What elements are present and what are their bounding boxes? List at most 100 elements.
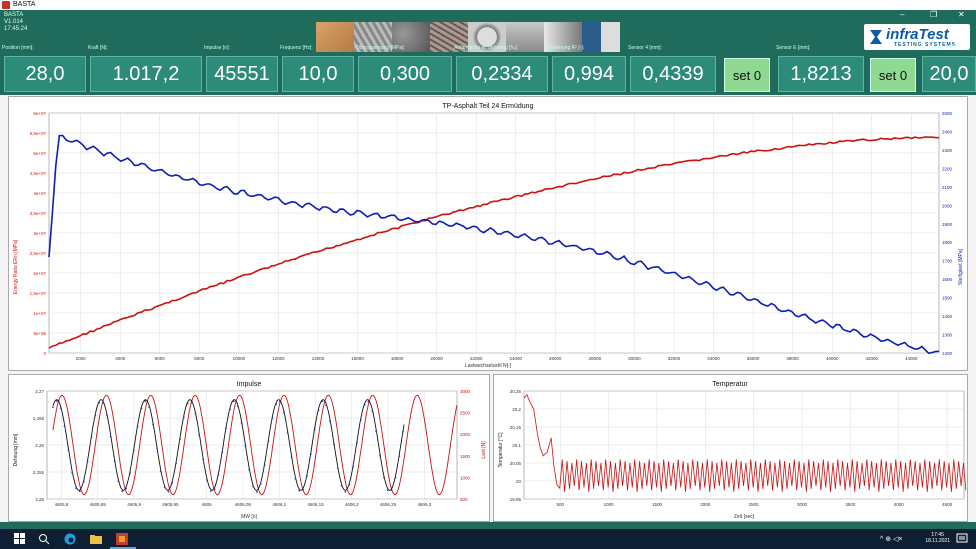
measurement-row: Position [mm]: 28,0 Kraft [N]: 1.017,2 I… xyxy=(0,44,976,95)
set-zero-sensor4-button[interactable]: set 0 xyxy=(724,58,770,92)
strain-measure-point xyxy=(175,462,178,465)
impulse-box: Impulse [n]: 45551 xyxy=(202,44,280,95)
position-value: 28,0 xyxy=(4,56,86,92)
impulse-chart-left-axis: 2,25 2,255 2,26 2,265 2,27 xyxy=(33,389,45,502)
maximize-button[interactable]: ❐ xyxy=(930,10,937,19)
temperature-chart-y-axis: 19,95 20 20,05 20,1 20,15 20,2 20,25 xyxy=(510,389,522,502)
imp-right-tick-label: 1500 xyxy=(460,454,471,459)
strain-measure-point xyxy=(163,486,166,489)
main-right-tick-label: 1800 xyxy=(942,240,953,245)
windows-start-icon[interactable] xyxy=(14,533,26,545)
sensor4-label: Sensor 4 [mm]: xyxy=(628,45,662,51)
main-left-tick-label: 2e+07 xyxy=(33,271,46,276)
main-x-tick-label: 8000 xyxy=(194,356,205,361)
notification-icon[interactable] xyxy=(956,533,968,545)
main-x-tick-label: 16000 xyxy=(351,356,364,361)
tmp-x-tick-label: 4500 xyxy=(942,502,953,507)
imp-x-tick-label: 4606,05 xyxy=(235,502,252,507)
tmp-x-tick-label: 500 xyxy=(557,502,565,507)
imp-left-tick-label: 2,25 xyxy=(35,497,44,502)
main-right-tick-label: 2300 xyxy=(942,148,953,153)
main-x-tick-label: 28000 xyxy=(589,356,602,361)
fatigue-chart-left-axis: 0 5e+06 1e+07 1,5e+07 2e+07 2,5e+07 3e+07 3,5e+… xyxy=(30,111,47,356)
strain-measure-point xyxy=(286,432,289,434)
strain-measure-point xyxy=(283,411,285,414)
strain-measure-point xyxy=(152,423,154,426)
initial-strain-label: Anfängliche el. dehnung [‰]: xyxy=(454,45,519,51)
strain-r2-value: 0,994 xyxy=(552,56,626,92)
strain-measure-point xyxy=(386,489,389,491)
strain-measure-point xyxy=(67,449,70,451)
strain-measure-point xyxy=(171,481,174,484)
main-left-tick-label: 0 xyxy=(43,351,46,356)
main-x-tick-label: 20000 xyxy=(430,356,443,361)
temperature-box: Temperatur [°C]: 20,0 xyxy=(918,44,976,95)
tmp-left-tick-label: 20,15 xyxy=(510,425,522,430)
strain-measure-point xyxy=(132,449,135,452)
impulse-label: Impulse [n]: xyxy=(204,45,230,51)
file-explorer-icon[interactable] xyxy=(90,533,102,545)
main-right-tick-label: 1500 xyxy=(942,296,953,301)
system-tray-icons[interactable]: ^ ⊕ ◁× xyxy=(880,535,903,543)
force-box: Kraft [N]: 1.017,2 xyxy=(86,44,204,95)
main-right-tick-label: 2400 xyxy=(942,129,953,134)
hourglass-logo-icon xyxy=(870,30,882,44)
strain-measure-point xyxy=(225,427,228,430)
temperature-value: 20,0 xyxy=(922,56,976,92)
strain-measure-point xyxy=(402,430,404,433)
main-left-tick-label: 2,5e+07 xyxy=(30,251,47,256)
main-left-tick-label: 6e+07 xyxy=(33,111,46,116)
basta-app-icon[interactable] xyxy=(116,533,128,545)
strain-measure-point xyxy=(213,488,216,490)
strain-measure-point xyxy=(329,420,331,423)
strain-measure-point xyxy=(348,484,351,486)
main-x-tick-label: 32000 xyxy=(668,356,681,361)
main-right-tick-label: 2200 xyxy=(942,166,953,171)
frequency-value: 10,0 xyxy=(282,56,354,92)
title-bar: BASTA xyxy=(0,0,976,10)
strain-measure-point xyxy=(290,456,293,459)
close-button[interactable]: ✕ xyxy=(958,10,965,19)
stiffness-series xyxy=(48,134,940,355)
strain-measure-point xyxy=(309,453,312,456)
position-box: Position [mm]: 28,0 xyxy=(0,44,88,95)
imp-x-tick-label: 4606,15 xyxy=(307,502,324,507)
app-name: BASTA xyxy=(4,12,24,18)
temperature-chart-x-axis: 500 1000 1500 2000 2500 3000 3500 4000 4500 xyxy=(557,502,953,507)
strain-measure-point xyxy=(298,489,301,492)
taskbar-clock[interactable]: 17:45 18.11.2021 xyxy=(925,532,950,544)
impulse-chart-ylabel-right: Last [N] xyxy=(481,441,487,459)
tmp-left-tick-label: 19,95 xyxy=(510,497,522,502)
strain-measure-point xyxy=(86,460,89,463)
strain-measure-point xyxy=(356,442,358,444)
temperature-chart-title: Temperatur xyxy=(712,381,748,388)
strain-measure-point xyxy=(117,480,120,483)
initial-strain-box: Anfängliche el. dehnung [‰]: 0,2334 xyxy=(452,44,550,95)
imp-x-tick-label: 4606,25 xyxy=(380,502,397,507)
strain-measure-point xyxy=(167,490,170,493)
strain-measure-point xyxy=(375,430,378,433)
strain-measure-point xyxy=(340,484,343,487)
strain-measure-point xyxy=(352,466,354,468)
tmp-x-tick-label: 1000 xyxy=(604,502,615,507)
strain-measure-point xyxy=(275,403,278,405)
strain-measure-point xyxy=(106,414,108,417)
set-zero-sensorE-button[interactable]: set 0 xyxy=(870,58,916,92)
main-x-tick-label: 18000 xyxy=(391,356,404,361)
app-version: V1.014 xyxy=(4,19,24,25)
edge-browser-icon[interactable] xyxy=(64,533,76,545)
frequency-label: Frequenz [Hz]: xyxy=(280,45,313,51)
minimize-button[interactable]: – xyxy=(900,10,904,19)
strain-measure-point xyxy=(113,460,116,463)
search-icon[interactable] xyxy=(38,533,50,545)
strain-measure-point xyxy=(121,490,124,493)
main-x-tick-label: 24000 xyxy=(509,356,522,361)
strain-measure-point xyxy=(294,477,297,480)
main-x-tick-label: 36000 xyxy=(747,356,760,361)
main-x-tick-label: 6000 xyxy=(155,356,166,361)
strain-measure-point xyxy=(202,458,205,461)
impulse-value: 45551 xyxy=(206,56,278,92)
strain-measure-point xyxy=(367,400,370,403)
strain-measure-point xyxy=(206,479,208,481)
header-time: 17:45:24 xyxy=(4,26,28,32)
